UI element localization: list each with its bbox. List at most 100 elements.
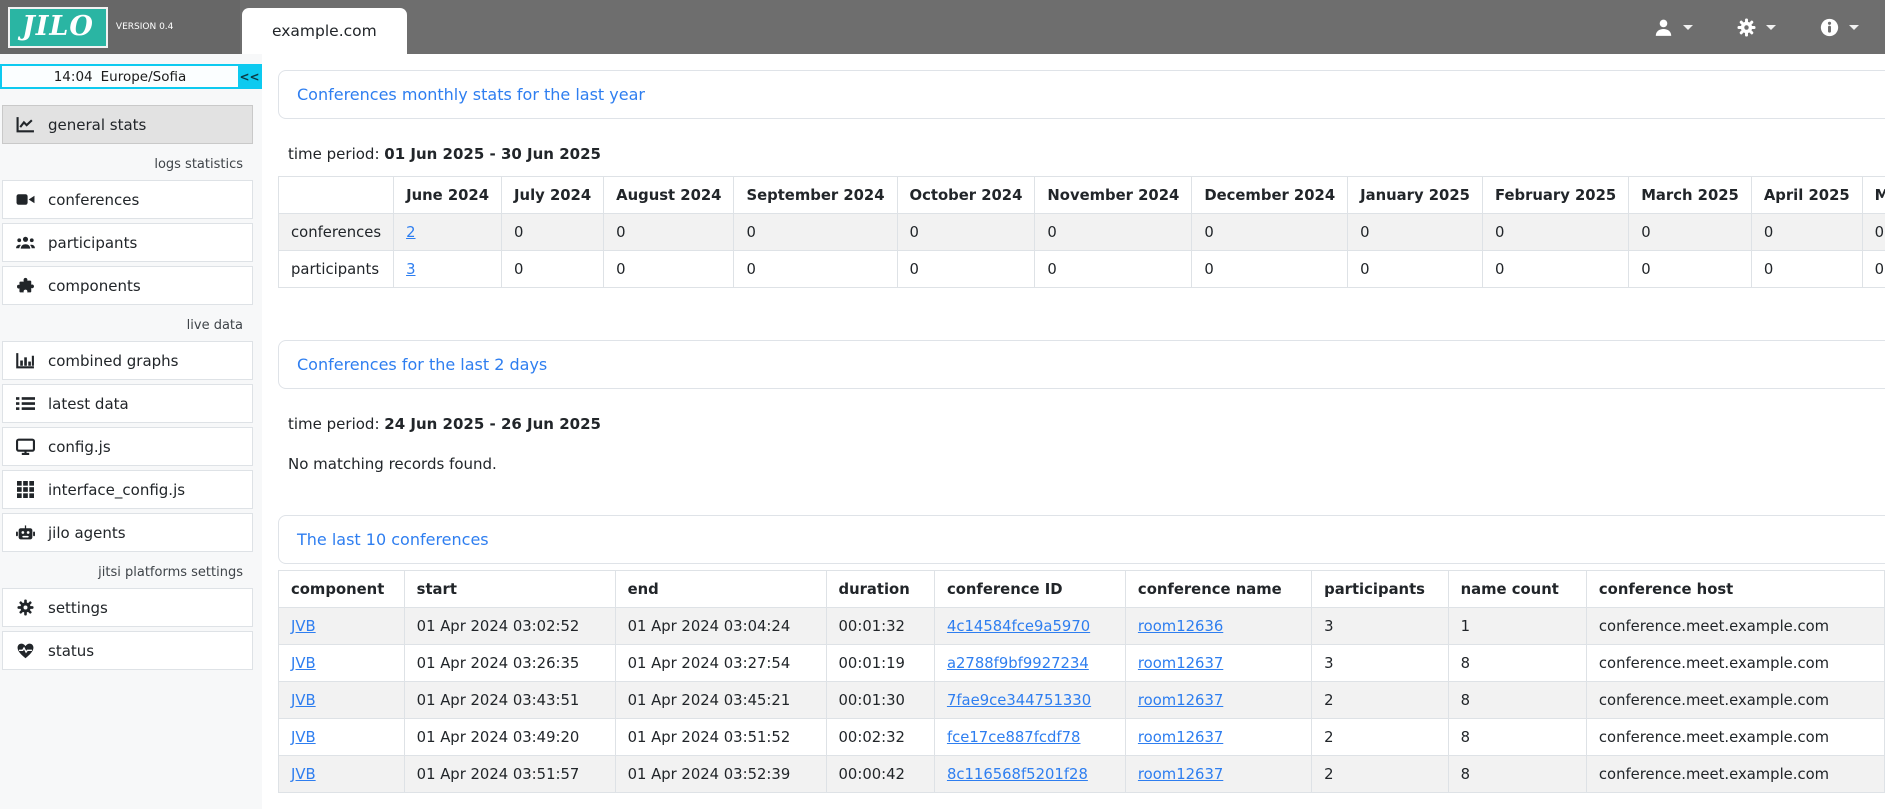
column-header: November 2024 xyxy=(1035,177,1192,214)
time-period-line: time period: 24 Jun 2025 - 26 Jun 2025 xyxy=(288,415,1885,433)
platform-tab-label: example.com xyxy=(272,22,377,40)
component-link[interactable]: JVB xyxy=(291,655,316,672)
chevron-down-icon xyxy=(1766,25,1776,30)
sidebar-item-label: jilo agents xyxy=(48,524,126,542)
user-menu[interactable] xyxy=(1654,18,1693,37)
info-icon xyxy=(1820,18,1839,37)
stat-link[interactable]: 3 xyxy=(406,261,415,278)
column-header xyxy=(279,177,394,214)
column-header: March 2025 xyxy=(1629,177,1752,214)
topbar-menus xyxy=(1654,0,1885,54)
sidebar-item-label: conferences xyxy=(48,191,139,209)
sidebar-section-label-live-data: live data xyxy=(0,309,253,341)
sidebar-item-label: general stats xyxy=(48,116,146,134)
sidebar-item-general-stats[interactable]: general stats xyxy=(2,105,253,144)
column-header: participants xyxy=(1312,571,1449,608)
app-logo: JILO xyxy=(8,7,108,48)
conference-name-link[interactable]: room12637 xyxy=(1138,692,1223,709)
sidebar-item-config-js[interactable]: config.js xyxy=(2,427,253,466)
clock-text: 14:04 Europe/Sofia xyxy=(2,66,238,87)
clock-timezone: Europe/Sofia xyxy=(101,69,187,85)
time-period-value: 24 Jun 2025 - 26 Jun 2025 xyxy=(384,415,601,433)
table-row: JVB01 Apr 2024 03:26:3501 Apr 2024 03:27… xyxy=(279,645,1885,682)
table-header-row: June 2024July 2024August 2024September 2… xyxy=(279,177,1885,214)
monitor-icon xyxy=(16,438,35,455)
component-link[interactable]: JVB xyxy=(291,618,316,635)
sidebar-item-jilo-agents[interactable]: jilo agents xyxy=(2,513,253,552)
app-logo-text: JILO xyxy=(22,11,94,42)
grid-icon xyxy=(16,481,35,498)
table-row: JVB01 Apr 2024 03:51:5701 Apr 2024 03:52… xyxy=(279,756,1885,793)
chevron-down-icon xyxy=(1849,25,1859,30)
settings-menu[interactable] xyxy=(1737,18,1776,37)
column-header: April 2025 xyxy=(1751,177,1862,214)
component-link[interactable]: JVB xyxy=(291,692,316,709)
section-card-last-2-days: Conferences for the last 2 days xyxy=(278,340,1885,389)
conference-id-link[interactable]: fce17ce887fcdf78 xyxy=(947,729,1081,746)
sidebar-item-label: config.js xyxy=(48,438,111,456)
stat-link[interactable]: 2 xyxy=(406,224,415,241)
conference-name-link[interactable]: room12637 xyxy=(1138,766,1223,783)
sidebar-item-label: combined graphs xyxy=(48,352,178,370)
section-title: Conferences for the last 2 days xyxy=(297,355,547,374)
sidebar-item-components[interactable]: components xyxy=(2,266,253,305)
section-card-monthly-stats: Conferences monthly stats for the last y… xyxy=(278,70,1885,119)
component-link[interactable]: JVB xyxy=(291,729,316,746)
table-row: participants3000000000000 xyxy=(279,251,1885,288)
conference-name-link[interactable]: room12637 xyxy=(1138,729,1223,746)
column-header: October 2024 xyxy=(897,177,1035,214)
section-card-last-10-conferences: The last 10 conferences xyxy=(278,515,1885,564)
column-header: September 2024 xyxy=(734,177,897,214)
sidebar-item-interface-config-js[interactable]: interface_config.js xyxy=(2,470,253,509)
sidebar-collapse-button[interactable]: << xyxy=(238,66,261,87)
chevron-down-icon xyxy=(1683,25,1693,30)
column-header: January 2025 xyxy=(1348,177,1483,214)
platform-tab[interactable]: example.com xyxy=(242,8,407,54)
column-header: conference ID xyxy=(934,571,1125,608)
column-header: start xyxy=(404,571,615,608)
sidebar-item-latest-data[interactable]: latest data xyxy=(2,384,253,423)
info-menu[interactable] xyxy=(1820,18,1859,37)
main-content: Conferences monthly stats for the last y… xyxy=(262,54,1885,809)
table-row: JVB01 Apr 2024 03:49:2001 Apr 2024 03:51… xyxy=(279,719,1885,756)
last-10-conferences-table: componentstartenddurationconference IDco… xyxy=(278,570,1885,793)
app-version: VERSION 0.4 xyxy=(116,22,173,32)
puzzle-icon xyxy=(16,277,35,294)
monthly-stats-table: June 2024July 2024August 2024September 2… xyxy=(278,176,1885,288)
column-header: August 2024 xyxy=(604,177,734,214)
column-header: May 2025 xyxy=(1862,177,1885,214)
no-records-message: No matching records found. xyxy=(288,455,1885,473)
gear-icon xyxy=(1737,18,1756,37)
sidebar-item-label: settings xyxy=(48,599,108,617)
sidebar-section-label-logs-statistics: logs statistics xyxy=(0,148,253,180)
conference-id-link[interactable]: 4c14584fce9a5970 xyxy=(947,618,1090,635)
table-row: conferences2000000000000 xyxy=(279,214,1885,251)
conference-id-link[interactable]: a2788f9bf9927234 xyxy=(947,655,1089,672)
clock-widget: 14:04 Europe/Sofia << xyxy=(0,64,263,89)
sidebar-item-combined-graphs[interactable]: combined graphs xyxy=(2,341,253,380)
conference-id-link[interactable]: 8c116568f5201f28 xyxy=(947,766,1088,783)
conference-name-link[interactable]: room12637 xyxy=(1138,655,1223,672)
chart-line-icon xyxy=(16,116,35,133)
column-header: end xyxy=(615,571,826,608)
sidebar-nav: general stats logs statistics conferences p… xyxy=(0,105,262,670)
conference-id-link[interactable]: 7fae9ce344751330 xyxy=(947,692,1091,709)
time-period-line: time period: 01 Jun 2025 - 30 Jun 2025 xyxy=(288,145,1885,163)
time-period-value: 01 Jun 2025 - 30 Jun 2025 xyxy=(384,145,601,163)
video-camera-icon xyxy=(16,191,35,208)
sidebar-item-status[interactable]: status xyxy=(2,631,253,670)
sidebar-item-conferences[interactable]: conferences xyxy=(2,180,253,219)
bar-chart-icon xyxy=(16,352,35,369)
column-header: June 2024 xyxy=(394,177,502,214)
sidebar-item-settings[interactable]: settings xyxy=(2,588,253,627)
sidebar-item-participants[interactable]: participants xyxy=(2,223,253,262)
sidebar-item-label: components xyxy=(48,277,141,295)
column-header: July 2024 xyxy=(502,177,604,214)
component-link[interactable]: JVB xyxy=(291,766,316,783)
sidebar-item-label: interface_config.js xyxy=(48,481,185,499)
column-header: conference name xyxy=(1125,571,1311,608)
clock-time: 14:04 xyxy=(54,69,93,85)
conference-name-link[interactable]: room12636 xyxy=(1138,618,1223,635)
row-label: conferences xyxy=(279,214,394,251)
users-icon xyxy=(16,234,35,251)
